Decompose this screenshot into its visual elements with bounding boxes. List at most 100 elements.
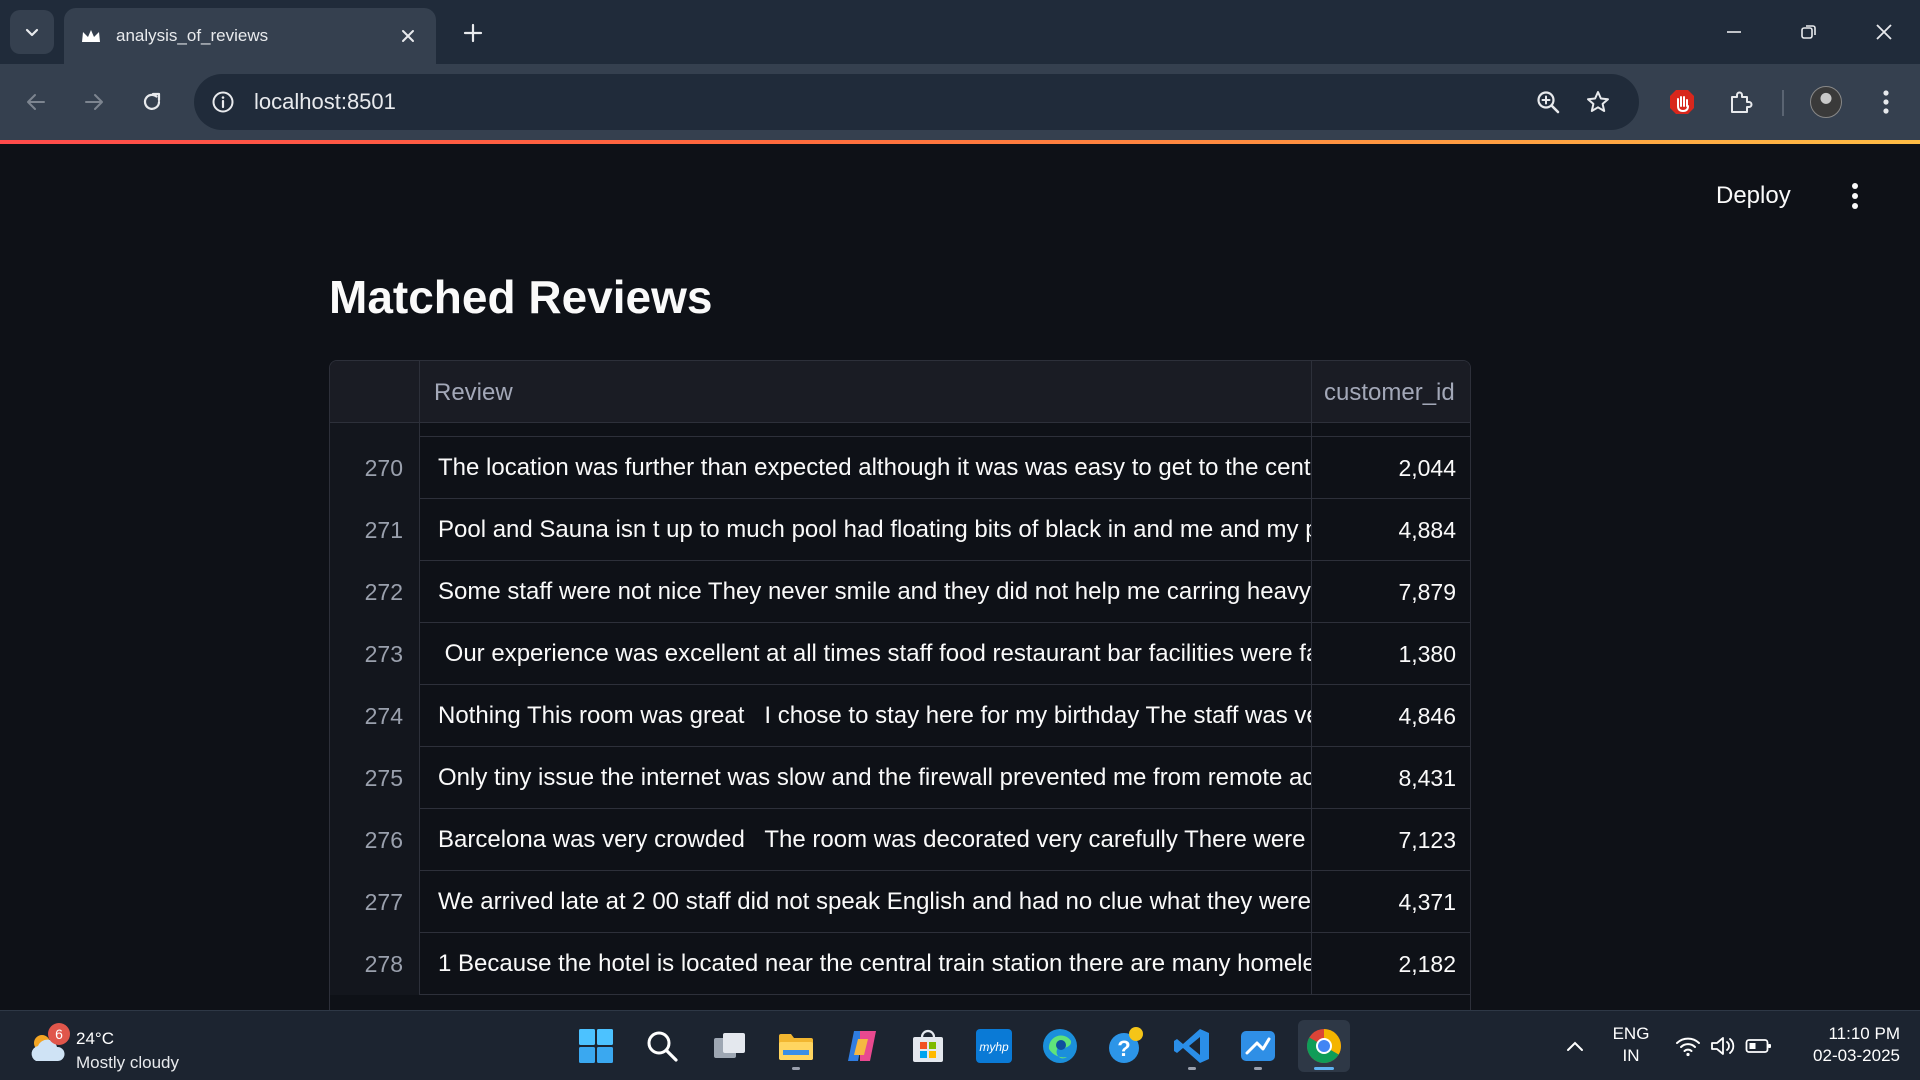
- row-index-cell[interactable]: 277: [330, 871, 420, 933]
- review-cell[interactable]: Pool and Sauna isn t up to much pool had…: [420, 499, 1312, 561]
- arrow-right-icon: [85, 94, 103, 110]
- customer-id-cell[interactable]: 4,371: [1312, 871, 1470, 933]
- task-view-button[interactable]: [704, 1020, 756, 1072]
- review-cell[interactable]: 1 Because the hotel is located near the …: [420, 933, 1312, 995]
- taskbar-microsoft-store[interactable]: [902, 1020, 954, 1072]
- reload-button[interactable]: [132, 82, 172, 122]
- show-hidden-icons-button[interactable]: [1560, 1021, 1590, 1071]
- row-index-cell[interactable]: 274: [330, 685, 420, 747]
- row-index-cell[interactable]: 270: [330, 437, 420, 499]
- windows-logo-icon: [579, 1029, 613, 1063]
- row-index-cell[interactable]: 273: [330, 623, 420, 685]
- customer-id-cell[interactable]: 7,123: [1312, 809, 1470, 871]
- table-row[interactable]: 270 The location was further than expecte…: [330, 437, 1470, 499]
- taskbar-copilot[interactable]: [836, 1020, 888, 1072]
- review-cell[interactable]: Barcelona was very crowded The room was …: [420, 809, 1312, 871]
- table-row[interactable]: 275 Only tiny issue the internet was slow…: [330, 747, 1470, 809]
- taskbar-file-explorer[interactable]: [770, 1020, 822, 1072]
- customer-id-cell[interactable]: 2,182: [1312, 933, 1470, 995]
- tab-title: analysis_of_reviews: [116, 26, 269, 45]
- page-title: Matched Reviews: [329, 271, 713, 323]
- running-indicator: [1314, 1067, 1334, 1070]
- customer-id-cell[interactable]: 2,044: [1312, 437, 1470, 499]
- forward-button[interactable]: [74, 82, 114, 122]
- input-language-indicator[interactable]: ENG IN: [1606, 1023, 1656, 1067]
- battery-icon: [1745, 1039, 1771, 1053]
- customer-id-cell[interactable]: 4,846: [1312, 685, 1470, 747]
- review-cell[interactable]: We arrived late at 2 00 staff did not sp…: [420, 871, 1312, 933]
- table-row[interactable]: 274 Nothing This room was great I chose t…: [330, 685, 1470, 747]
- table-row[interactable]: 271 Pool and Sauna isn t up to much pool …: [330, 499, 1470, 561]
- customer-id-column-header[interactable]: customer_id: [1312, 361, 1470, 422]
- extension-blocker-icon[interactable]: [1662, 82, 1702, 122]
- review-cell[interactable]: Some staff were not nice They never smil…: [420, 561, 1312, 623]
- system-clock[interactable]: 11:10 PM 02-03-2025: [1790, 1023, 1900, 1067]
- table-row[interactable]: 277 We arrived late at 2 00 staff did not…: [330, 871, 1470, 933]
- extensions-puzzle-icon[interactable]: [1721, 82, 1761, 122]
- close-tab-icon[interactable]: [396, 24, 420, 48]
- weather-description: Mostly cloudy: [76, 1053, 179, 1072]
- address-bar[interactable]: localhost:8501: [194, 74, 1639, 130]
- row-index-cell[interactable]: 278: [330, 933, 420, 995]
- taskbar-vscode[interactable]: [1166, 1020, 1218, 1072]
- row-index-cell[interactable]: 271: [330, 499, 420, 561]
- quick-settings-button[interactable]: [1674, 1021, 1774, 1071]
- browser-menu-button[interactable]: [1866, 82, 1906, 122]
- table-row[interactable]: 278 1 Because the hotel is located near t…: [330, 933, 1470, 995]
- svg-text:?: ?: [1117, 1036, 1130, 1061]
- customer-id-cell[interactable]: 4,884: [1312, 499, 1470, 561]
- myhp-icon: myhp: [976, 1029, 1012, 1063]
- start-button[interactable]: [570, 1020, 622, 1072]
- weather-widget[interactable]: 6 24°C Mostly cloudy: [24, 1021, 244, 1072]
- row-index-cell[interactable]: 275: [330, 747, 420, 809]
- close-window-button[interactable]: [1864, 14, 1904, 50]
- taskbar-snipping-tool[interactable]: [1232, 1020, 1284, 1072]
- app-main-menu-button[interactable]: [1840, 176, 1870, 216]
- table-row[interactable]: 272 Some staff were not nice They never s…: [330, 561, 1470, 623]
- help-icon: ?: [1109, 1027, 1143, 1063]
- taskbar-edge[interactable]: [1034, 1020, 1086, 1072]
- folder-icon: [779, 1034, 813, 1060]
- customer-id-cell[interactable]: 8,431: [1312, 747, 1470, 809]
- plus-icon: [463, 23, 483, 43]
- taskbar-chrome[interactable]: [1298, 1020, 1350, 1072]
- vscode-icon: [1174, 1029, 1209, 1063]
- deploy-button[interactable]: Deploy: [1716, 182, 1791, 210]
- site-info-icon[interactable]: [208, 87, 238, 117]
- url-text[interactable]: localhost:8501: [254, 89, 396, 115]
- edge-browser-icon: [1043, 1029, 1077, 1063]
- running-indicator: [1254, 1067, 1262, 1070]
- review-column-header[interactable]: Review: [420, 361, 1312, 422]
- table-row[interactable]: 276 Barcelona was very crowded The room w…: [330, 809, 1470, 871]
- tab-search-button[interactable]: [10, 10, 54, 54]
- restore-icon: [1801, 25, 1816, 39]
- profile-avatar[interactable]: [1806, 82, 1846, 122]
- table-header: Review customer_id: [330, 361, 1470, 423]
- back-button[interactable]: [16, 82, 56, 122]
- restore-button[interactable]: [1789, 14, 1829, 50]
- taskbar-get-help[interactable]: ?: [1100, 1020, 1152, 1072]
- zoom-icon[interactable]: [1533, 87, 1563, 117]
- app-content: Deploy Matched Reviews Review customer_i…: [0, 144, 1920, 1010]
- reviews-dataframe[interactable]: Review customer_id 269The building work …: [329, 360, 1471, 1010]
- copilot-icon: [848, 1031, 876, 1061]
- review-cell[interactable]: The location was further than expected a…: [420, 437, 1312, 499]
- browser-tab[interactable]: analysis_of_reviews: [64, 8, 436, 64]
- browser-tab-bar: analysis_of_reviews: [0, 0, 1920, 64]
- review-cell[interactable]: Our experience was excellent at all time…: [420, 623, 1312, 685]
- review-cell[interactable]: Only tiny issue the internet was slow an…: [420, 747, 1312, 809]
- row-index-cell[interactable]: 272: [330, 561, 420, 623]
- new-tab-button[interactable]: [456, 16, 490, 50]
- table-row[interactable]: 273 Our experience was excellent at all …: [330, 623, 1470, 685]
- taskbar-search-button[interactable]: [636, 1020, 688, 1072]
- customer-id-cell[interactable]: 1,380: [1312, 623, 1470, 685]
- taskbar-myhp[interactable]: myhp: [968, 1020, 1020, 1072]
- bookmark-star-icon[interactable]: [1583, 87, 1613, 117]
- minimize-button[interactable]: [1714, 14, 1754, 50]
- customer-id-cell[interactable]: 7,879: [1312, 561, 1470, 623]
- chrome-browser-icon: [1306, 1029, 1341, 1064]
- row-index-cell[interactable]: 276: [330, 809, 420, 871]
- review-cell[interactable]: Nothing This room was great I chose to s…: [420, 685, 1312, 747]
- index-column-header[interactable]: [330, 361, 420, 422]
- close-icon: [1876, 24, 1892, 40]
